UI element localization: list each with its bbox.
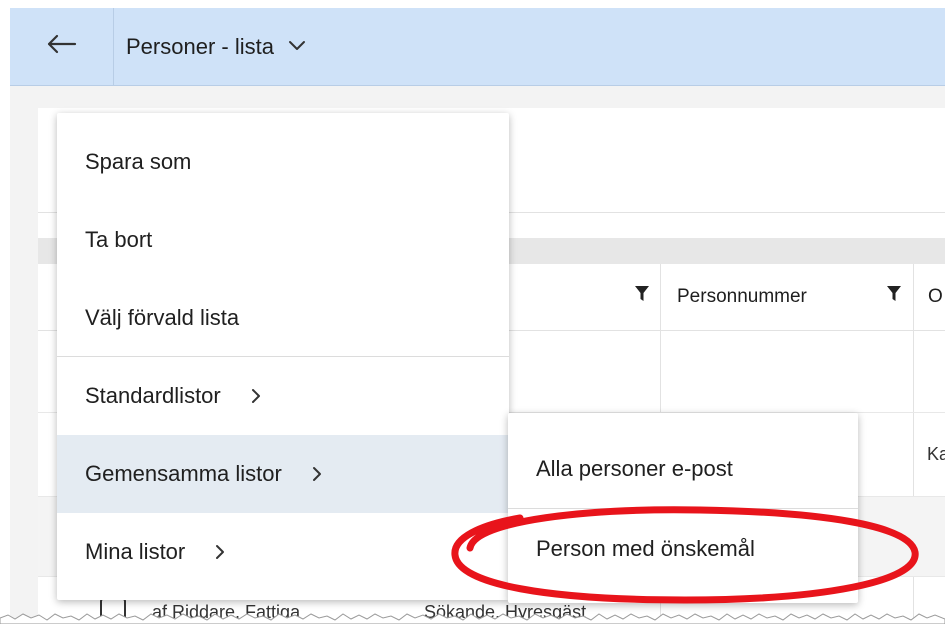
page-title: Personer - lista <box>126 33 274 59</box>
funnel-icon[interactable] <box>635 286 649 308</box>
submenu-divider <box>508 508 858 509</box>
back-button[interactable] <box>10 8 114 85</box>
menu-item-label: Gemensamma listor <box>85 461 282 486</box>
torn-edge <box>0 613 945 624</box>
app-header: Personer - lista <box>10 8 945 86</box>
menu-item-gemensamma-listor[interactable]: Gemensamma listor <box>57 435 509 513</box>
chevron-down-icon <box>288 39 306 57</box>
submenu-item-alla-personer-e-post[interactable]: Alla personer e-post <box>508 430 858 508</box>
menu-item-label: Spara som <box>85 149 192 174</box>
menu-item-label: Standardlistor <box>85 383 221 408</box>
column-header-personnummer[interactable]: Personnummer <box>660 264 913 330</box>
funnel-icon[interactable] <box>887 286 901 308</box>
menu-item-ta-bort[interactable]: Ta bort <box>57 201 509 279</box>
menu-item-label: Mina listor <box>85 539 186 564</box>
menu-item-label: Välj förvald lista <box>85 305 240 330</box>
arrow-left-icon <box>47 34 77 59</box>
chevron-right-icon <box>312 466 322 482</box>
menu-item-standardlistor[interactable]: Standardlistor <box>57 357 509 435</box>
menu-item-spara-som[interactable]: Spara som <box>57 123 509 201</box>
list-options-menu: Spara som Ta bort Välj förvald lista Sta… <box>57 113 509 600</box>
column-divider <box>913 330 914 624</box>
list-selector[interactable]: Personer - lista <box>126 8 306 85</box>
column-label: O <box>928 286 943 307</box>
submenu-item-label: Alla personer e-post <box>536 456 733 481</box>
menu-item-valj-forvald-lista[interactable]: Välj förvald lista <box>57 279 509 357</box>
column-label: Personnummer <box>677 286 807 307</box>
submenu-item-label: Person med önskemål <box>536 536 755 561</box>
gemensamma-listor-submenu: Alla personer e-post Person med önskemål <box>508 413 858 603</box>
menu-item-label: Ta bort <box>85 227 153 252</box>
submenu-item-person-med-onskemal[interactable]: Person med önskemål <box>508 510 858 588</box>
table-cell: Ka <box>927 444 945 464</box>
chevron-right-icon <box>215 544 225 560</box>
menu-item-mina-listor[interactable]: Mina listor <box>57 513 509 591</box>
column-header-o[interactable]: O <box>913 264 945 330</box>
chevron-right-icon <box>251 388 261 404</box>
